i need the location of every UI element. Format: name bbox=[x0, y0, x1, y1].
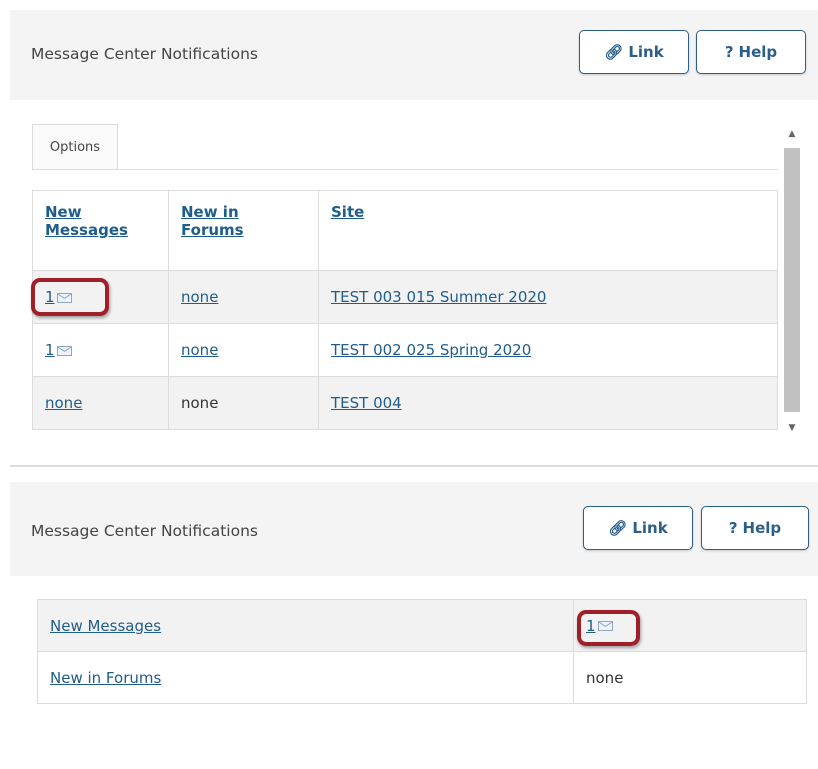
tab-options[interactable]: Options bbox=[32, 124, 118, 169]
link-icon: 🔗︎ bbox=[608, 519, 628, 537]
link-button[interactable]: 🔗︎ Link bbox=[583, 506, 693, 550]
sort-new-in-forums-link[interactable]: New in Forums bbox=[181, 203, 244, 239]
notifications-panel-full: Message Center Notifications 🔗︎ Link ? H… bbox=[10, 10, 818, 467]
envelope-icon[interactable] bbox=[56, 345, 72, 356]
link-button-label: Link bbox=[628, 43, 664, 61]
forums-cell: none bbox=[168, 323, 319, 377]
table-row: New Messages 1 bbox=[37, 599, 807, 652]
question-mark-icon: ? bbox=[728, 519, 738, 537]
column-header-new-in-forums[interactable]: New in Forums bbox=[168, 190, 319, 271]
panel-title: Message Center Notifications bbox=[31, 45, 258, 63]
table-row: none none TEST 004 bbox=[32, 376, 778, 430]
forums-link[interactable]: none bbox=[181, 341, 218, 359]
site-cell: TEST 002 025 Spring 2020 bbox=[318, 323, 778, 377]
help-button-label: Help bbox=[742, 519, 782, 537]
highlight-callout bbox=[577, 610, 640, 646]
help-button-label: Help bbox=[738, 43, 778, 61]
panel-header: Message Center Notifications 🔗︎ Link ? H… bbox=[10, 10, 818, 100]
scroll-down-icon[interactable]: ▼ bbox=[782, 420, 802, 436]
notifications-table: New Messages New in Forums Site 1 none T… bbox=[32, 190, 778, 430]
help-button[interactable]: ? Help bbox=[696, 30, 806, 74]
forums-cell: none bbox=[168, 376, 319, 430]
link-icon: 🔗︎ bbox=[604, 43, 624, 61]
messages-count-link[interactable]: 1 bbox=[45, 341, 55, 359]
forums-value: none bbox=[181, 394, 219, 412]
table-row: New in Forums none bbox=[37, 651, 807, 704]
tab-options-label: Options bbox=[49, 139, 101, 155]
table-row: 1 none TEST 003 015 Summer 2020 bbox=[32, 270, 778, 324]
column-header-new-messages[interactable]: New Messages bbox=[32, 190, 169, 271]
highlight-callout bbox=[31, 278, 109, 316]
site-link[interactable]: TEST 003 015 Summer 2020 bbox=[331, 288, 546, 306]
notifications-panel-compact: Message Center Notifications 🔗︎ Link ? H… bbox=[10, 482, 818, 769]
new-in-forums-link[interactable]: New in Forums bbox=[50, 669, 161, 687]
site-link[interactable]: TEST 004 bbox=[331, 394, 402, 412]
messages-cell: none bbox=[32, 376, 169, 430]
site-cell: TEST 004 bbox=[318, 376, 778, 430]
scroll-up-icon[interactable]: ▲ bbox=[782, 126, 802, 142]
scrollbar-thumb[interactable] bbox=[784, 148, 800, 412]
forums-link[interactable]: none bbox=[181, 288, 218, 306]
forums-value: none bbox=[586, 668, 624, 687]
messages-cell: 1 bbox=[32, 323, 169, 377]
new-messages-link[interactable]: New Messages bbox=[50, 617, 161, 635]
label-cell: New in Forums bbox=[37, 651, 574, 704]
value-cell: none bbox=[573, 651, 807, 704]
column-header-site[interactable]: Site bbox=[318, 190, 778, 271]
tab-divider bbox=[32, 169, 778, 170]
table-header-row: New Messages New in Forums Site bbox=[32, 190, 778, 271]
help-button[interactable]: ? Help bbox=[701, 506, 809, 550]
label-cell: New Messages bbox=[37, 599, 574, 652]
sort-new-messages-link[interactable]: New Messages bbox=[45, 203, 128, 239]
scrollbar[interactable]: ▲ ▼ bbox=[782, 124, 802, 439]
link-button-label: Link bbox=[632, 519, 668, 537]
link-button[interactable]: 🔗︎ Link bbox=[579, 30, 689, 74]
summary-table: New Messages 1 New in Forums none bbox=[37, 599, 807, 704]
table-row: 1 none TEST 002 025 Spring 2020 bbox=[32, 323, 778, 377]
forums-cell: none bbox=[168, 270, 319, 324]
messages-none-link[interactable]: none bbox=[45, 394, 82, 412]
site-link[interactable]: TEST 002 025 Spring 2020 bbox=[331, 341, 531, 359]
panel-header: Message Center Notifications 🔗︎ Link ? H… bbox=[10, 482, 818, 576]
panel-title: Message Center Notifications bbox=[31, 522, 258, 540]
messages-count: 1 bbox=[45, 341, 55, 359]
question-mark-icon: ? bbox=[724, 43, 734, 61]
sort-site-link[interactable]: Site bbox=[331, 203, 364, 221]
site-cell: TEST 003 015 Summer 2020 bbox=[318, 270, 778, 324]
